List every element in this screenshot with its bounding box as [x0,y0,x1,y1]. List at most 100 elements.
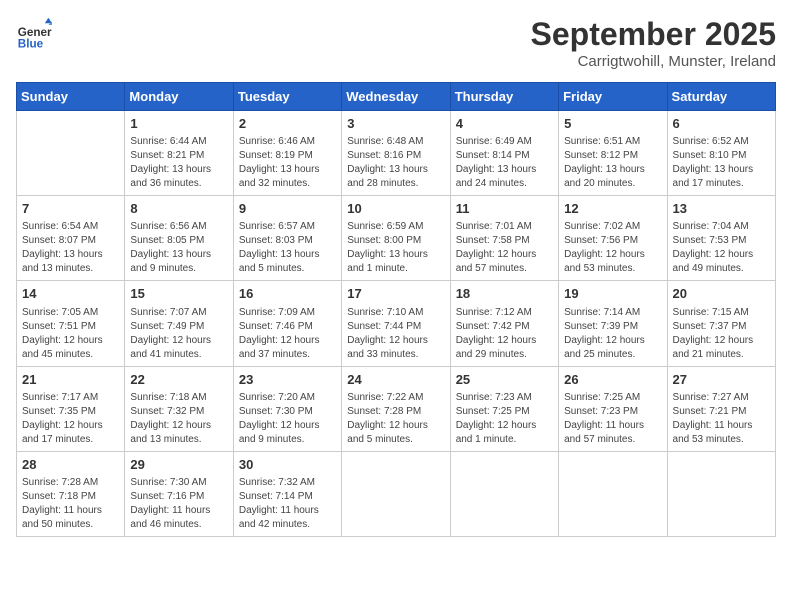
day-header: Saturday [667,83,775,111]
day-info: Sunrise: 7:22 AM Sunset: 7:28 PM Dayligh… [347,391,444,447]
calendar-cell: 4Sunrise: 6:49 AM Sunset: 8:14 PM Daylig… [450,111,558,196]
calendar-cell [450,451,558,536]
day-header: Friday [559,83,667,111]
day-number: 18 [456,285,553,303]
calendar-cell: 16 Sunrise: 7:09 AM Sunset: 7:46 PM Dayli… [233,281,341,366]
calendar-cell: 8 Sunrise: 6:56 AM Sunset: 8:05 PM Daylig… [125,196,233,281]
calendar-subtitle: Carrigtwohill, Munster, Ireland [531,53,776,70]
day-info: Sunrise: 7:14 AM Sunset: 7:39 PM Dayligh… [564,306,661,362]
day-info: Sunrise: 7:25 AM Sunset: 7:23 PM Dayligh… [564,391,661,447]
day-number: 20 [673,285,770,303]
day-number: 28 [22,456,119,474]
day-number: 1 [130,115,227,133]
calendar-week-row: 1 Sunrise: 6:44 AM Sunset: 8:21 PM Daylig… [17,111,776,196]
day-info: Sunrise: 6:49 AM Sunset: 8:14 PM Dayligh… [456,135,553,191]
day-info: Sunrise: 7:30 AM Sunset: 7:16 PM Dayligh… [130,476,227,532]
calendar-cell: 17 Sunrise: 7:10 AM Sunset: 7:44 PM Dayli… [342,281,450,366]
day-header: Wednesday [342,83,450,111]
day-number: 12 [564,200,661,218]
day-number: 17 [347,285,444,303]
calendar-cell: 12 Sunrise: 7:02 AM Sunset: 7:56 PM Dayli… [559,196,667,281]
calendar-week-row: 28 Sunrise: 7:28 AM Sunset: 7:18 PM Dayli… [17,451,776,536]
calendar-cell: 3Sunrise: 6:48 AM Sunset: 8:16 PM Daylig… [342,111,450,196]
day-info: Sunrise: 7:04 AM Sunset: 7:53 PM Dayligh… [673,220,770,276]
day-number: 13 [673,200,770,218]
logo-icon: General Blue [16,16,52,52]
day-number: 19 [564,285,661,303]
day-info: Sunrise: 7:20 AM Sunset: 7:30 PM Dayligh… [239,391,336,447]
day-number: 11 [456,200,553,218]
day-number: 16 [239,285,336,303]
day-info: Sunrise: 7:09 AM Sunset: 7:46 PM Dayligh… [239,306,336,362]
day-info: Sunrise: 7:28 AM Sunset: 7:18 PM Dayligh… [22,476,119,532]
day-info: Sunrise: 6:44 AM Sunset: 8:21 PM Dayligh… [130,135,227,191]
day-info: Sunrise: 7:05 AM Sunset: 7:51 PM Dayligh… [22,306,119,362]
calendar-cell: 7 Sunrise: 6:54 AM Sunset: 8:07 PM Daylig… [17,196,125,281]
calendar-cell: 28 Sunrise: 7:28 AM Sunset: 7:18 PM Dayli… [17,451,125,536]
day-info: Sunrise: 6:51 AM Sunset: 8:12 PM Dayligh… [564,135,661,191]
day-number: 7 [22,200,119,218]
calendar-cell: 22 Sunrise: 7:18 AM Sunset: 7:32 PM Dayli… [125,366,233,451]
calendar-cell: 11 Sunrise: 7:01 AM Sunset: 7:58 PM Dayli… [450,196,558,281]
day-number: 29 [130,456,227,474]
calendar-cell: 26 Sunrise: 7:25 AM Sunset: 7:23 PM Dayli… [559,366,667,451]
calendar-cell: 30 Sunrise: 7:32 AM Sunset: 7:14 PM Dayli… [233,451,341,536]
calendar-cell: 29 Sunrise: 7:30 AM Sunset: 7:16 PM Dayli… [125,451,233,536]
day-header: Monday [125,83,233,111]
day-number: 8 [130,200,227,218]
day-number: 15 [130,285,227,303]
days-header-row: SundayMondayTuesdayWednesdayThursdayFrid… [17,83,776,111]
day-info: Sunrise: 6:57 AM Sunset: 8:03 PM Dayligh… [239,220,336,276]
day-header: Tuesday [233,83,341,111]
day-info: Sunrise: 6:52 AM Sunset: 8:10 PM Dayligh… [673,135,770,191]
calendar-week-row: 7 Sunrise: 6:54 AM Sunset: 8:07 PM Daylig… [17,196,776,281]
day-number: 9 [239,200,336,218]
day-number: 26 [564,371,661,389]
day-number: 22 [130,371,227,389]
day-info: Sunrise: 6:54 AM Sunset: 8:07 PM Dayligh… [22,220,119,276]
logo: General Blue [16,16,52,52]
day-info: Sunrise: 7:15 AM Sunset: 7:37 PM Dayligh… [673,306,770,362]
calendar-cell [342,451,450,536]
calendar-week-row: 21 Sunrise: 7:17 AM Sunset: 7:35 PM Dayli… [17,366,776,451]
day-info: Sunrise: 7:10 AM Sunset: 7:44 PM Dayligh… [347,306,444,362]
calendar-body: 1 Sunrise: 6:44 AM Sunset: 8:21 PM Daylig… [17,111,776,537]
day-number: 24 [347,371,444,389]
day-info: Sunrise: 7:17 AM Sunset: 7:35 PM Dayligh… [22,391,119,447]
calendar-cell: 23Sunrise: 7:20 AM Sunset: 7:30 PM Dayli… [233,366,341,451]
calendar-cell: 15Sunrise: 7:07 AM Sunset: 7:49 PM Dayli… [125,281,233,366]
calendar-cell [17,111,125,196]
day-info: Sunrise: 7:01 AM Sunset: 7:58 PM Dayligh… [456,220,553,276]
svg-text:Blue: Blue [18,38,44,51]
day-info: Sunrise: 7:23 AM Sunset: 7:25 PM Dayligh… [456,391,553,447]
calendar-cell: 25Sunrise: 7:23 AM Sunset: 7:25 PM Dayli… [450,366,558,451]
day-info: Sunrise: 7:02 AM Sunset: 7:56 PM Dayligh… [564,220,661,276]
day-info: Sunrise: 6:56 AM Sunset: 8:05 PM Dayligh… [130,220,227,276]
calendar-cell: 20 Sunrise: 7:15 AM Sunset: 7:37 PM Dayli… [667,281,775,366]
calendar-cell [667,451,775,536]
day-number: 30 [239,456,336,474]
calendar-cell: 13 Sunrise: 7:04 AM Sunset: 7:53 PM Dayli… [667,196,775,281]
day-header: Sunday [17,83,125,111]
day-info: Sunrise: 7:32 AM Sunset: 7:14 PM Dayligh… [239,476,336,532]
calendar-week-row: 14 Sunrise: 7:05 AM Sunset: 7:51 PM Dayli… [17,281,776,366]
day-number: 10 [347,200,444,218]
day-info: Sunrise: 6:46 AM Sunset: 8:19 PM Dayligh… [239,135,336,191]
day-info: Sunrise: 7:12 AM Sunset: 7:42 PM Dayligh… [456,306,553,362]
calendar-cell: 5 Sunrise: 6:51 AM Sunset: 8:12 PM Daylig… [559,111,667,196]
calendar-cell: 6 Sunrise: 6:52 AM Sunset: 8:10 PM Daylig… [667,111,775,196]
day-number: 14 [22,285,119,303]
calendar-cell: 14 Sunrise: 7:05 AM Sunset: 7:51 PM Dayli… [17,281,125,366]
day-info: Sunrise: 7:18 AM Sunset: 7:32 PM Dayligh… [130,391,227,447]
day-number: 21 [22,371,119,389]
day-number: 6 [673,115,770,133]
calendar-cell: 24 Sunrise: 7:22 AM Sunset: 7:28 PM Dayli… [342,366,450,451]
day-info: Sunrise: 6:59 AM Sunset: 8:00 PM Dayligh… [347,220,444,276]
page-header: General Blue September 2025 Carrigtwohil… [16,16,776,70]
title-block: September 2025 Carrigtwohill, Munster, I… [531,16,776,70]
calendar-cell: 18 Sunrise: 7:12 AM Sunset: 7:42 PM Dayli… [450,281,558,366]
day-number: 5 [564,115,661,133]
day-number: 2 [239,115,336,133]
day-header: Thursday [450,83,558,111]
day-info: Sunrise: 7:27 AM Sunset: 7:21 PM Dayligh… [673,391,770,447]
